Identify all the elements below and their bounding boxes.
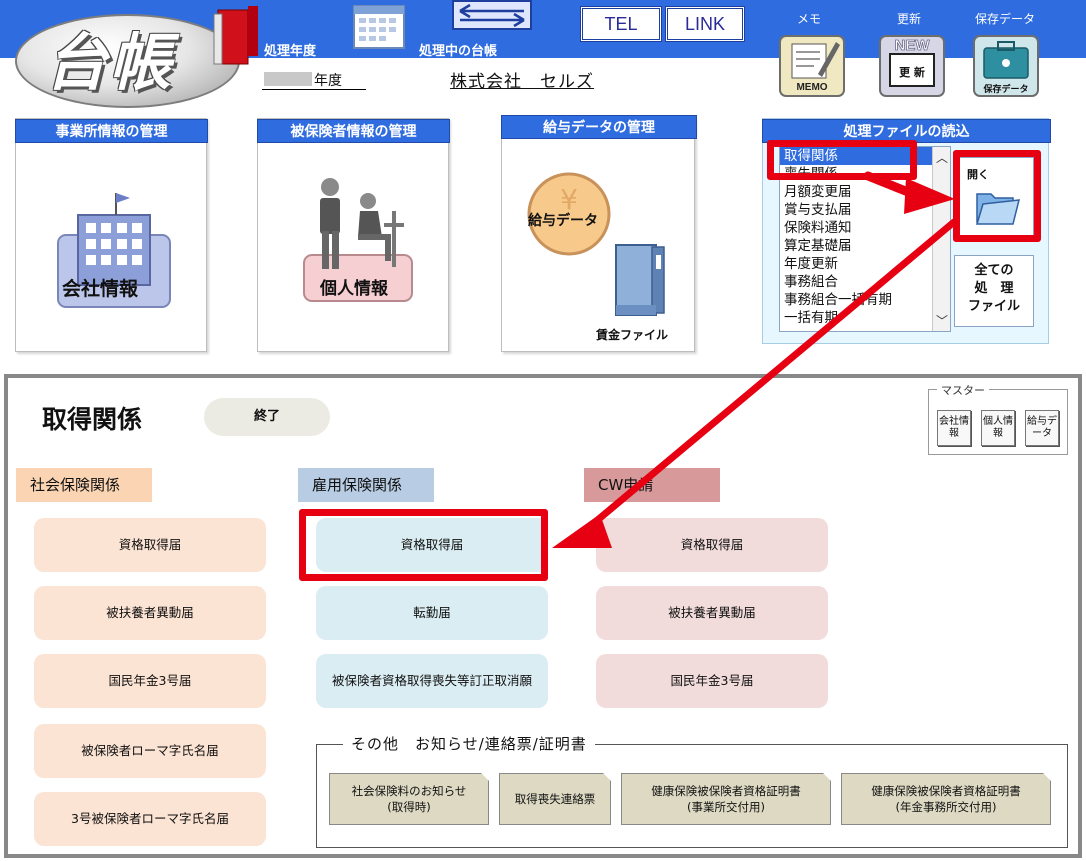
list-item[interactable]: 一括有期: [780, 309, 950, 327]
link-button[interactable]: LINK: [665, 6, 745, 42]
list-item[interactable]: 取得関係: [780, 147, 950, 165]
all-files-line: 全ての: [974, 263, 1014, 278]
all-files-button[interactable]: 全ての 処 理 ファイル: [954, 255, 1034, 327]
note-line: 社会保険料のお知らせ: [351, 784, 467, 798]
chevron-down-icon[interactable]: ﹀: [936, 312, 948, 329]
cw-pension3-button[interactable]: 国民年金3号届: [596, 654, 828, 708]
person-panel-title: 被保険者情報の管理: [257, 119, 450, 143]
list-item[interactable]: 月額変更届: [780, 183, 950, 201]
open-folder-icon: [975, 193, 1020, 225]
salary-data-button[interactable]: 給与データ: [528, 210, 598, 230]
all-files-line: 処 理: [974, 281, 1014, 296]
employment-insurance-header: 雇用保険関係: [298, 468, 434, 502]
load-file-panel: 処理ファイルの読込 取得関係 喪失関係 月額変更届 賞与支払届 保険料通知 算定…: [762, 118, 1051, 344]
social-insurance-header: 社会保険関係: [16, 468, 152, 502]
calendar-icon[interactable]: [350, 2, 408, 52]
insured-info-panel: 被保険者情報の管理 個人情報: [257, 118, 450, 352]
cw-qualification-button[interactable]: 資格取得届: [596, 518, 828, 572]
employment-transfer-button[interactable]: 転勤届: [316, 586, 548, 640]
company-info-panel: 事業所情報の管理 会社情報: [15, 118, 208, 352]
list-item[interactable]: 保険料通知: [780, 219, 950, 237]
memo-icon[interactable]: MEMO: [778, 34, 846, 98]
other-notices-label: その他 お知らせ/連絡票/証明書: [343, 733, 595, 754]
fiscal-year-label: 処理年度: [264, 44, 317, 59]
list-item[interactable]: 事務組合一括有期: [780, 291, 950, 309]
dialog-title: 取得関係: [42, 405, 143, 434]
list-item[interactable]: 事務組合: [780, 273, 950, 291]
note-line: 健康保険被保険者資格証明書: [651, 784, 801, 798]
cw-dependent-change-button[interactable]: 被扶養者異動届: [596, 586, 828, 640]
other-notices-group: その他 お知らせ/連絡票/証明書 社会保険料のお知らせ (取得時) 取得喪失連絡票…: [316, 733, 1068, 848]
chevron-up-icon[interactable]: ︿: [936, 149, 948, 166]
save-data-label: 保存データ: [974, 12, 1035, 26]
update-icon[interactable]: NEW 更 新: [878, 34, 946, 98]
acquisition-dialog: 取得関係 終了 マスター 会社情報 個人情報 給与データ 社会保険関係 雇用保険…: [4, 374, 1082, 858]
list-item[interactable]: 年度更新: [780, 255, 950, 273]
social-3go-romaji-name-button[interactable]: 3号被保険者ローマ字氏名届: [34, 792, 266, 846]
open-button-label: 開く: [967, 168, 989, 181]
note-line: 取得喪失連絡票: [514, 792, 596, 806]
fiscal-year-redacted: [264, 72, 312, 86]
company-panel-title: 事業所情報の管理: [15, 119, 208, 143]
premium-notice-button[interactable]: 社会保険料のお知らせ (取得時): [329, 773, 489, 825]
health-cert-office-button[interactable]: 健康保険被保険者資格証明書 (事業所交付用): [621, 773, 831, 825]
acquisition-loss-slip-button[interactable]: 取得喪失連絡票: [499, 773, 611, 825]
list-item[interactable]: 算定基礎届: [780, 237, 950, 255]
update-icon-text: 更 新: [899, 65, 925, 79]
master-salary-button[interactable]: 給与データ: [1025, 410, 1059, 446]
fiscal-year-suffix: 年度: [314, 73, 342, 89]
social-romaji-name-button[interactable]: 被保険者ローマ字氏名届: [34, 724, 266, 778]
double-arrow-icon: [459, 3, 525, 28]
ledger-book-icon: [213, 6, 258, 65]
master-group: マスター 会社情報 個人情報 給与データ: [928, 382, 1068, 455]
master-person-button[interactable]: 個人情報: [981, 410, 1015, 446]
list-item[interactable]: 賞与支払届: [780, 201, 950, 219]
note-line: (年金事務所交付用): [895, 800, 997, 814]
salary-panel-title: 給与データの管理: [501, 115, 697, 139]
current-ledger-label: 処理中の台帳: [419, 44, 498, 59]
cw-application-header: CW申請: [584, 468, 720, 502]
listbox-scrollbar[interactable]: ︿ ﹀: [932, 147, 950, 331]
open-button[interactable]: 開く: [958, 157, 1034, 239]
health-cert-pension-office-button[interactable]: 健康保険被保険者資格証明書 (年金事務所交付用): [841, 773, 1051, 825]
memo-icon-text: MEMO: [796, 82, 827, 93]
list-item[interactable]: 喪失関係: [780, 165, 950, 183]
employment-correction-button[interactable]: 被保険者資格取得喪失等訂正取消願: [316, 654, 548, 708]
social-dependent-change-button[interactable]: 被扶養者異動届: [34, 586, 266, 640]
employment-qualification-button[interactable]: 資格取得届: [316, 518, 548, 572]
wage-file-button[interactable]: 賃金ファイル: [596, 326, 668, 343]
personal-info-button[interactable]: 個人情報: [320, 274, 388, 299]
update-label: 更新: [896, 12, 921, 26]
master-company-button[interactable]: 会社情報: [937, 410, 971, 446]
switch-ledger-button[interactable]: [452, 0, 532, 30]
new-badge-text: NEW: [895, 37, 931, 54]
company-info-button[interactable]: 会社情報: [62, 274, 138, 301]
app-logo: 台帳: [15, 8, 245, 108]
note-line: (事業所交付用): [687, 800, 765, 814]
salary-data-panel: 給与データの管理 ¥ 給与データ 賃金ファイル: [501, 115, 697, 352]
social-pension3-button[interactable]: 国民年金3号届: [34, 654, 266, 708]
close-button[interactable]: 終了: [204, 398, 330, 436]
file-type-listbox[interactable]: 取得関係 喪失関係 月額変更届 賞与支払届 保険料通知 算定基礎届 年度更新 事…: [779, 146, 951, 332]
logo-text: 台帳: [45, 26, 174, 99]
tel-button[interactable]: TEL: [580, 6, 662, 42]
company-name: 株式会社 セルズ: [450, 72, 594, 92]
note-line: 健康保険被保険者資格証明書: [871, 784, 1021, 798]
save-icon-text: 保存データ: [982, 83, 1028, 95]
save-data-icon[interactable]: 保存データ: [972, 34, 1040, 98]
note-line: (取得時): [387, 800, 431, 814]
app-header: 台帳 処理年度 処理中の台帳 TEL LINK メモ 更新 保存データ MEMO: [0, 0, 1086, 118]
memo-label: メモ: [796, 12, 821, 26]
social-qualification-button[interactable]: 資格取得届: [34, 518, 266, 572]
all-files-line: ファイル: [967, 299, 1020, 314]
binder-icon[interactable]: [612, 241, 668, 319]
master-group-label: マスター: [937, 382, 989, 398]
files-panel-title: 処理ファイルの読込: [762, 119, 1051, 143]
